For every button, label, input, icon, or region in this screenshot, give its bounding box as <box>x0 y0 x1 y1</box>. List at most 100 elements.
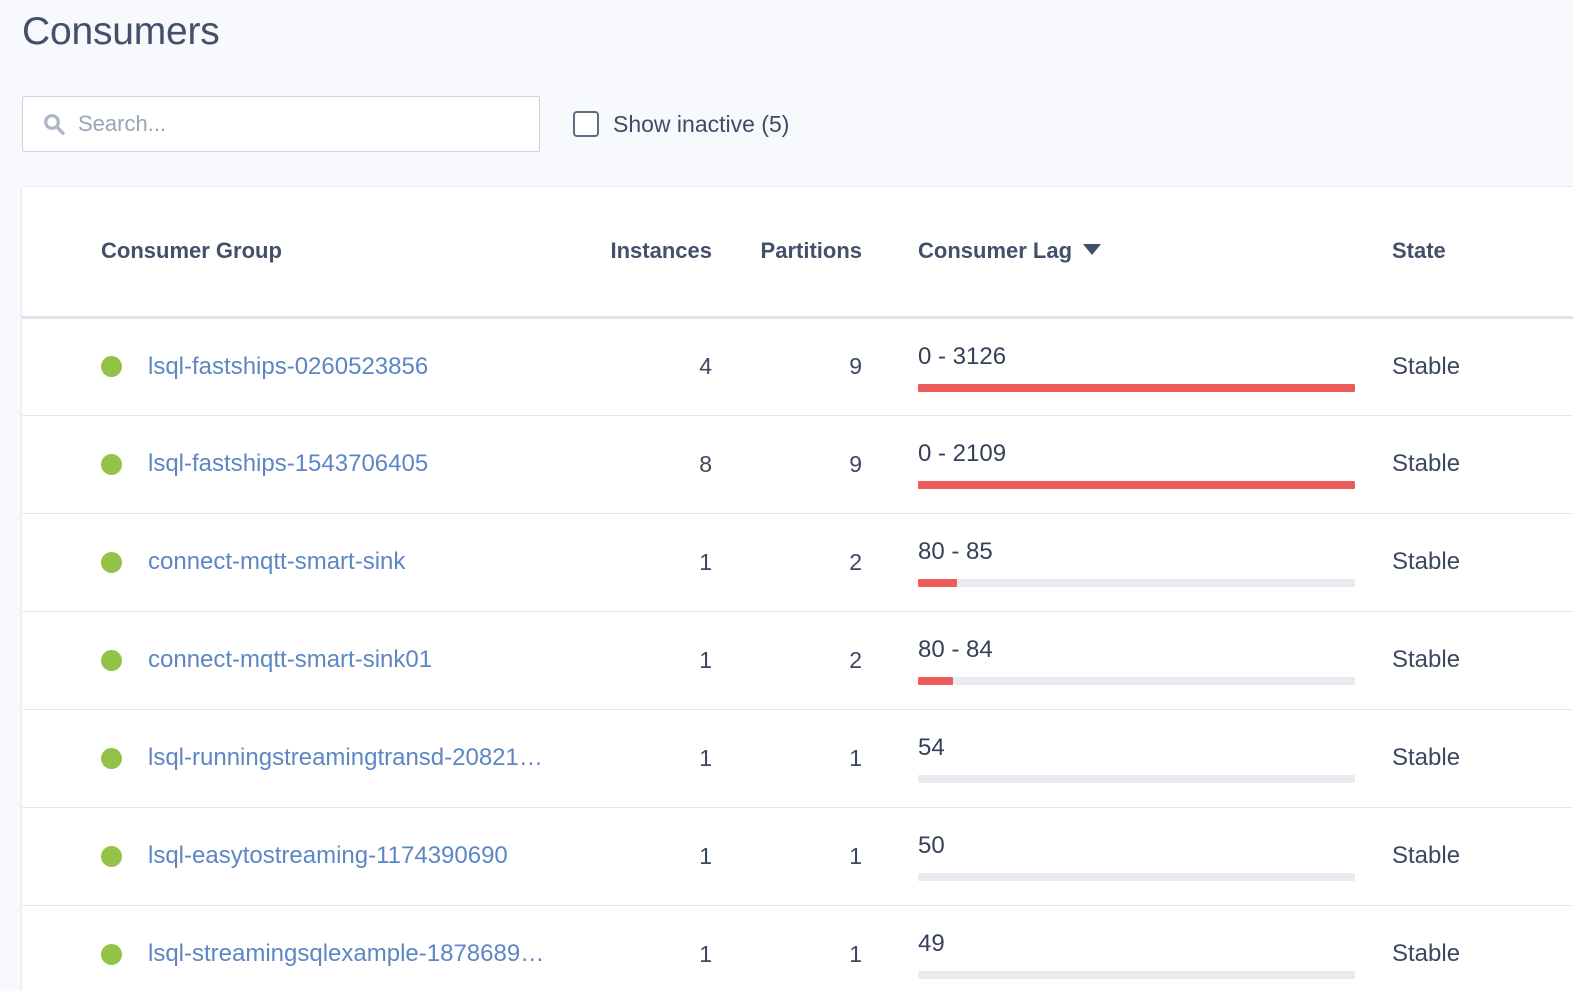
cell-state: Stable <box>1367 513 1573 612</box>
cell-state: Stable <box>1367 709 1573 808</box>
caret-down-icon <box>1083 244 1102 256</box>
consumer-lag-value: 80 - 85 <box>918 538 993 565</box>
status-dot-icon <box>101 845 122 867</box>
cell-consumer-lag: 0 - 3126 <box>892 317 1367 416</box>
show-inactive-toggle[interactable]: Show inactive (5) <box>573 111 789 137</box>
consumer-group-link[interactable]: lsql-runningstreamingtransd-2082186… <box>148 744 548 772</box>
cell-instances: 4 <box>562 317 742 416</box>
column-header-consumer-group[interactable]: Consumer Group <box>22 187 562 319</box>
state-text: Stable <box>1392 940 1461 967</box>
status-dot-icon <box>101 943 122 965</box>
consumer-lag-cell: 80 - 85 <box>918 537 1355 587</box>
cell-consumer-group: lsql-easytostreaming-1174390690 <box>22 807 562 906</box>
consumers-table: Consumer Group Instances Partitions Cons… <box>22 187 1573 991</box>
cell-partitions: 1 <box>742 807 892 906</box>
consumer-lag-cell: 50 <box>918 831 1355 881</box>
table-row[interactable]: lsql-fastships-0260523856 4 9 0 - 3126 Stabl… <box>22 317 1573 416</box>
cell-consumer-group: connect-mqtt-smart-sink <box>22 513 562 612</box>
consumer-group-link[interactable]: connect-mqtt-smart-sink01 <box>148 646 432 674</box>
consumer-lag-value: 54 <box>918 734 945 761</box>
search-input[interactable] <box>23 97 539 151</box>
consumer-group-link[interactable]: lsql-streamingsqlexample-1878689952 <box>148 940 548 968</box>
table-body: lsql-fastships-0260523856 4 9 0 - 3126 Stabl… <box>22 317 1573 991</box>
cell-consumer-lag: 0 - 2109 <box>892 415 1367 514</box>
table-row[interactable]: connect-mqtt-smart-sink01 1 2 80 - 84 Stable <box>22 611 1573 710</box>
consumer-lag-bar-track <box>918 383 1355 392</box>
table-row[interactable]: lsql-runningstreamingtransd-2082186… 1 1 54… <box>22 709 1573 808</box>
toolbar: Show inactive (5) <box>22 96 789 152</box>
cell-consumer-lag: 54 <box>892 709 1367 808</box>
table-row[interactable]: connect-mqtt-smart-sink 1 2 80 - 85 Stable <box>22 513 1573 612</box>
cell-partitions: 9 <box>742 415 892 514</box>
consumer-lag-bar-track <box>918 873 1355 881</box>
cell-consumer-lag: 50 <box>892 807 1367 906</box>
status-dot-icon <box>101 356 122 377</box>
cell-instances: 1 <box>562 513 742 612</box>
consumer-lag-bar-track <box>918 971 1355 979</box>
state-text: Stable <box>1392 646 1461 673</box>
cell-consumer-lag: 49 <box>892 905 1367 991</box>
state-text: Stable <box>1392 548 1461 575</box>
column-header-state[interactable]: State <box>1367 187 1573 319</box>
consumer-lag-bar-track <box>918 775 1355 783</box>
consumer-group-link[interactable]: connect-mqtt-smart-sink <box>148 548 405 576</box>
consumer-group-cell: lsql-runningstreamingtransd-2082186… <box>101 744 562 772</box>
cell-consumer-lag: 80 - 85 <box>892 513 1367 612</box>
status-dot-icon <box>101 453 122 475</box>
cell-state: Stable <box>1367 317 1573 416</box>
consumer-lag-value: 49 <box>918 930 945 957</box>
consumer-lag-cell: 0 - 3126 <box>918 342 1355 392</box>
state-text: Stable <box>1392 744 1461 771</box>
cell-consumer-group: lsql-fastships-0260523856 <box>22 317 562 416</box>
cell-partitions: 1 <box>742 905 892 991</box>
column-header-label: Consumer Group <box>101 238 282 264</box>
search-box[interactable] <box>22 96 540 152</box>
consumer-lag-cell: 49 <box>918 929 1355 979</box>
table-header: Consumer Group Instances Partitions Cons… <box>22 187 1573 319</box>
consumer-lag-bar-track <box>918 481 1355 489</box>
table-row[interactable]: lsql-fastships-1543706405 8 9 0 - 2109 Stabl… <box>22 415 1573 514</box>
consumer-lag-cell: 54 <box>918 733 1355 783</box>
cell-consumer-group: lsql-streamingsqlexample-1878689952 <box>22 905 562 991</box>
cell-instances: 1 <box>562 905 742 991</box>
table-row[interactable]: lsql-streamingsqlexample-1878689952 1 1 49 S… <box>22 905 1573 991</box>
cell-consumer-group: lsql-runningstreamingtransd-2082186… <box>22 709 562 808</box>
cell-instances: 1 <box>562 611 742 710</box>
consumer-lag-cell: 0 - 2109 <box>918 439 1355 489</box>
cell-state: Stable <box>1367 807 1573 906</box>
consumer-lag-bar-fill <box>918 579 958 587</box>
cell-state: Stable <box>1367 611 1573 710</box>
consumer-lag-value: 0 - 2109 <box>918 440 1007 467</box>
cell-instances: 8 <box>562 415 742 514</box>
consumer-group-link[interactable]: lsql-easytostreaming-1174390690 <box>148 842 508 870</box>
consumer-group-link[interactable]: lsql-fastships-0260523856 <box>148 353 428 381</box>
consumer-lag-bar-fill <box>918 481 1355 489</box>
column-header-instances[interactable]: Instances <box>562 187 742 319</box>
column-header-label: Instances <box>610 238 713 264</box>
column-header-label: Partitions <box>760 238 862 264</box>
show-inactive-label: Show inactive (5) <box>613 111 790 137</box>
cell-partitions: 1 <box>742 709 892 808</box>
state-text: Stable <box>1392 450 1461 477</box>
consumer-group-cell: lsql-easytostreaming-1174390690 <box>101 842 562 870</box>
cell-state: Stable <box>1367 905 1573 991</box>
cell-consumer-lag: 80 - 84 <box>892 611 1367 710</box>
consumer-lag-bar-track <box>918 677 1355 685</box>
status-dot-icon <box>101 747 122 769</box>
consumers-table-card: Consumer Group Instances Partitions Cons… <box>21 186 1573 991</box>
show-inactive-checkbox[interactable] <box>573 111 599 137</box>
cell-instances: 1 <box>562 709 742 808</box>
cell-partitions: 2 <box>742 513 892 612</box>
column-header-label: State <box>1392 238 1446 264</box>
table-row[interactable]: lsql-easytostreaming-1174390690 1 1 50 Stabl… <box>22 807 1573 906</box>
cell-instances: 1 <box>562 807 742 906</box>
column-header-consumer-lag[interactable]: Consumer Lag <box>892 187 1367 319</box>
status-dot-icon <box>101 649 122 671</box>
consumer-lag-bar-fill <box>918 383 1355 392</box>
column-header-partitions[interactable]: Partitions <box>742 187 892 319</box>
state-text: Stable <box>1392 842 1461 869</box>
consumer-group-link[interactable]: lsql-fastships-1543706405 <box>148 450 428 478</box>
page-title: Consumers <box>22 10 220 53</box>
consumer-lag-bar-fill <box>918 677 953 685</box>
consumer-group-cell: lsql-streamingsqlexample-1878689952 <box>101 940 562 968</box>
